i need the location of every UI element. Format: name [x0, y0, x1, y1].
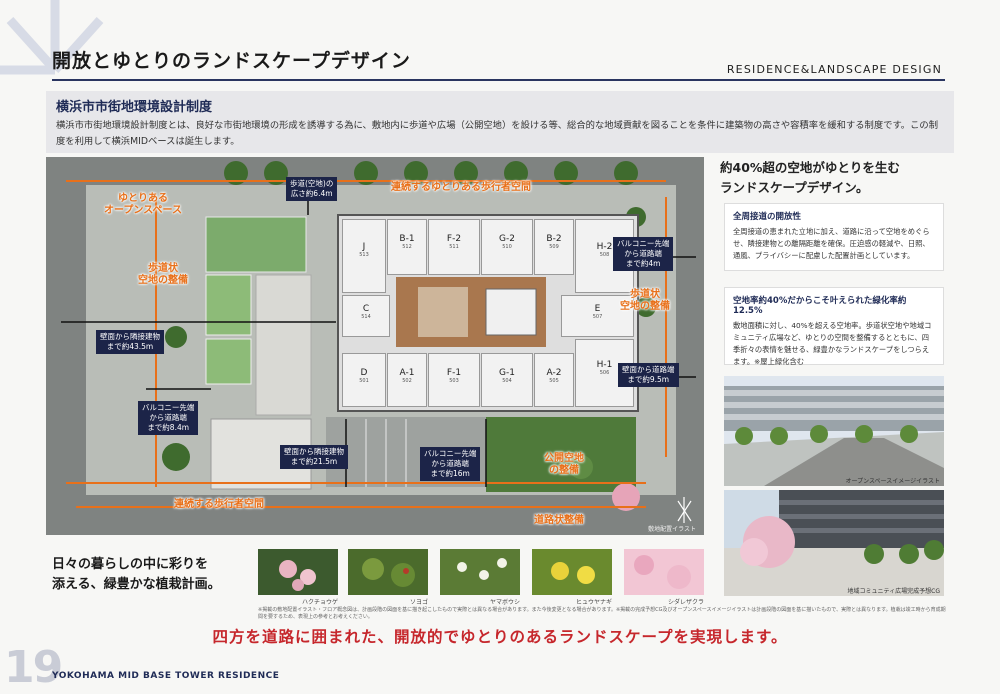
- footer-brand: YOKOHAMA MID BASE TOWER RESIDENCE: [52, 671, 280, 681]
- plant-photo-hakuchouge: [258, 549, 338, 595]
- page-subtitle: RESIDENCE&LANDSCAPE DESIGN: [726, 63, 942, 76]
- callout-balcony-left: バルコニー先端 から道路端 まで約8.4m: [138, 401, 199, 435]
- unit-B1: B-1 512: [387, 219, 427, 275]
- page-title: 開放とゆとりのランドスケープデザイン: [52, 50, 411, 72]
- plant-photo-hyuuyanagi: [532, 549, 612, 595]
- label-road-maintenance: 道路状整備: [534, 515, 584, 526]
- tagline: 四方を道路に囲まれた、開放的でゆとりのあるランドスケープを実現します。: [212, 628, 788, 646]
- callout-balcony-top-right: バルコニー先端 から道路端 まで約4m: [613, 237, 674, 271]
- label-walkway-top: 連続するゆとりある歩行者空間: [391, 182, 531, 193]
- right-heading: 約40%超の空地がゆとりを生む ランドスケープデザイン。: [720, 160, 900, 195]
- brochure-page: 開放とゆとりのランドスケープデザイン RESIDENCE&LANDSCAPE D…: [0, 0, 1000, 694]
- plant-label-shidarezakura: シダレザクラ: [667, 599, 704, 606]
- community-plaza-cg: 地域コミュニティ広場完成予想CG: [724, 490, 944, 596]
- info-box-access-title: 全周接道の開放性: [733, 212, 802, 222]
- unit-J: J 513: [342, 219, 386, 293]
- callout-walkway-width: 歩道(空地)の 広さ約6.4m: [286, 177, 338, 201]
- plant-label-soyogo: ソヨゴ: [409, 599, 428, 606]
- plant-label-yamaboushi: ヤマボウシ: [489, 599, 520, 606]
- label-open-space: ゆとりある オープンスペース: [104, 193, 182, 216]
- plant-photo-yamaboushi: [440, 549, 520, 595]
- unit-F2: F-2 511: [428, 219, 480, 275]
- map-credit: 敷地配置イラスト: [648, 526, 696, 533]
- info-box-access-body: 全周接道の恵まれた立地に加え、道路に沿って空地をめぐらせ、隣接建物との離隔距離を…: [733, 227, 930, 260]
- fine-print: ※掲載の敷地配置イラスト・フロア概念図は、計画段階の図面を基に描き起こしたもので…: [258, 607, 946, 620]
- unit-G1: G-1 504: [481, 353, 533, 407]
- community-plaza-caption: 地域コミュニティ広場完成予想CG: [847, 588, 940, 595]
- plant-label-hakuchouge: ハクチョウゲ: [301, 599, 338, 606]
- plants-title: 日々の暮らしの中に彩りを 添える、緑豊かな植栽計画。: [52, 557, 221, 592]
- unit-D: D 501: [342, 353, 386, 407]
- label-sidewalk-right: 歩道状 空地の整備: [620, 289, 670, 312]
- unit-G2: G-2 510: [481, 219, 533, 275]
- plant-photo-shidarezakura: [624, 549, 704, 595]
- open-space-illustration: オープンスペースイメージイラスト: [724, 376, 944, 486]
- title-divider: [52, 79, 945, 81]
- unit-A2: A-2 505: [534, 353, 574, 407]
- callout-wall-right: 壁面から道路端 まで約9.5m: [618, 363, 679, 387]
- intro-panel: 横浜市市街地環境設計制度 横浜市市街地環境設計制度とは、良好な市街地環境の形成を…: [46, 91, 954, 153]
- unit-A1: A-1 502: [387, 353, 427, 407]
- unit-C: C 514: [342, 295, 390, 337]
- unit-F1: F-1 503: [428, 353, 480, 407]
- open-space-caption: オープンスペースイメージイラスト: [845, 478, 940, 485]
- intro-body: 横浜市市街地環境設計制度とは、良好な市街地環境の形成を誘導する為に、敷地内に歩道…: [56, 120, 938, 147]
- info-box-greenery-body: 敷地面積に対し、40%を超える空地率。歩道状空地や地域コミュニティ広場など、ゆと…: [733, 321, 932, 366]
- label-public-space: 公開空地 の整備: [544, 453, 584, 476]
- unit-B2: B-2 509: [534, 219, 574, 275]
- intro-heading: 横浜市市街地環境設計制度: [56, 100, 213, 115]
- label-walkway-bottom: 連続する歩行者空間: [174, 499, 264, 510]
- info-box-access: 全周接道の開放性 全周接道の恵まれた立地に加え、道路に沿って空地をめぐらせ、隣接…: [724, 203, 944, 271]
- label-sidewalk-left: 歩道状 空地の整備: [138, 263, 188, 286]
- plant-label-hyuuyanagi: ヒュウヤナギ: [575, 599, 612, 606]
- site-plan-map: J 513 B-1 512 F-2 511 G-2 510 B-2 509 H-2 508 …: [46, 157, 704, 535]
- callout-balcony-bottom: バルコニー先端 から道路端 まで約16m: [420, 447, 481, 481]
- plant-photo-soyogo: [348, 549, 428, 595]
- callout-wall-left: 壁面から隣接建物 まで約43.5m: [96, 330, 164, 354]
- info-box-greenery: 空地率約40%だからこそ叶えられた緑化率約12.5% 敷地面積に対し、40%を超…: [724, 287, 944, 366]
- callout-wall-bottom: 壁面から隣接建物 まで約21.5m: [280, 445, 348, 469]
- page-number: 19: [4, 642, 63, 693]
- info-box-greenery-title: 空地率約40%だからこそ叶えられた緑化率約12.5%: [733, 296, 907, 316]
